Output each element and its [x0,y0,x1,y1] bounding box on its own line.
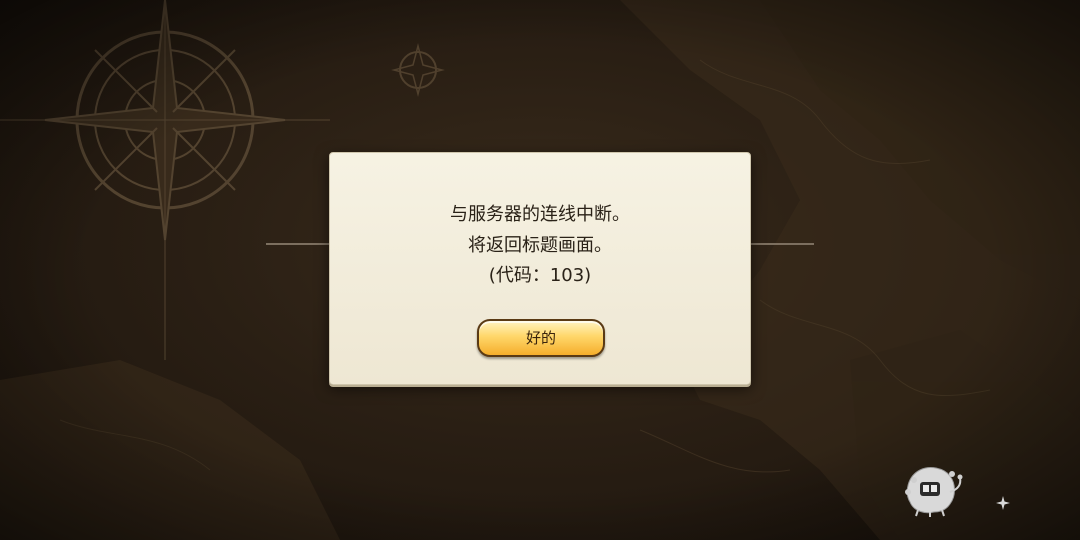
decor-line-left [266,243,329,245]
error-code: (代码：103) [488,265,592,286]
sparkle-icon [996,496,1010,510]
message-line-2: 将返回标题画面。 [468,235,612,256]
connection-error-dialog: 与服务器的连线中断。 将返回标题画面。 (代码：103) 好的 [329,152,751,385]
decor-line-right [751,243,814,245]
ok-button[interactable]: 好的 [477,319,605,357]
ok-button-label: 好的 [525,329,556,347]
game-screen: 与服务器的连线中断。 将返回标题画面。 (代码：103) 好的 [0,0,1080,540]
mascot-creature-icon [905,467,963,517]
message-line-1: 与服务器的连线中断。 [450,204,630,225]
